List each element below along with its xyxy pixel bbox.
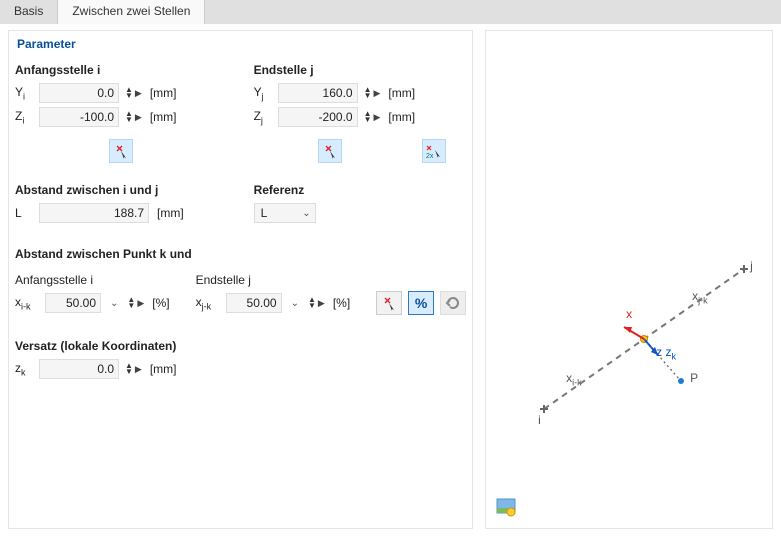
input-xik[interactable]: 50.00 (45, 293, 101, 313)
spinner-xjk[interactable]: ▲▼▶ (308, 297, 325, 309)
section-title: Parameter (15, 37, 466, 57)
diagram-label-j: j (750, 259, 753, 273)
pick-two-points-button[interactable]: 2x (422, 139, 446, 163)
pick-point-i-button[interactable] (109, 139, 133, 163)
tab-between-two-positions[interactable]: Zwischen zwei Stellen (58, 0, 205, 24)
subheading-end-j: Endstelle j (196, 267, 351, 293)
spinner-zj[interactable]: ▲▼▶ (364, 111, 381, 123)
svg-text:2x: 2x (426, 153, 434, 159)
tab-basis[interactable]: Basis (0, 0, 58, 24)
select-reference-value: L (261, 206, 268, 220)
input-zj[interactable]: -200.0 (278, 107, 358, 127)
percent-toggle-button[interactable]: % (408, 291, 434, 315)
preview-panel: i j x xj-k xi-k z zk P (485, 30, 773, 529)
heading-start-i: Anfangsstelle i (15, 57, 228, 83)
heading-offset: Versatz (lokale Koordinaten) (15, 333, 466, 359)
diagram-label-xik: xi-k (566, 371, 582, 387)
unit-zk: [mm] (150, 362, 177, 376)
diagram-label-xjk: xj-k (692, 289, 708, 305)
unit-xik: [%] (152, 296, 169, 310)
input-yj[interactable]: 160.0 (278, 83, 358, 103)
label-L: L (15, 206, 33, 220)
heading-distance-ij: Abstand zwischen i und j (15, 177, 228, 203)
unit-L: [mm] (157, 206, 184, 220)
select-reference[interactable]: L ⌄ (254, 203, 316, 223)
input-xjk[interactable]: 50.00 (226, 293, 282, 313)
input-zi[interactable]: -100.0 (39, 107, 119, 127)
label-yj: Yj (254, 85, 272, 101)
label-xjk: xj-k (196, 295, 220, 311)
diagram-label-i: i (538, 413, 541, 427)
label-yi: Yi (15, 85, 33, 101)
input-zk[interactable]: 0.0 (39, 359, 119, 379)
output-L: 188.7 (39, 203, 149, 223)
unit-zj: [mm] (388, 110, 415, 124)
subheading-start-i: Anfangsstelle i (15, 267, 170, 293)
spinner-yj[interactable]: ▲▼▶ (364, 87, 381, 99)
preview-settings-icon[interactable] (496, 498, 516, 518)
spinner-xik[interactable]: ▲▼▶ (127, 297, 144, 309)
diagram-label-P: P (690, 371, 698, 385)
pick-point-j-button[interactable] (318, 139, 342, 163)
heading-reference: Referenz (254, 177, 467, 203)
label-zj: Zj (254, 109, 272, 125)
unit-yj: [mm] (388, 86, 415, 100)
label-zi: Zi (15, 109, 33, 125)
undo-button[interactable] (440, 291, 466, 315)
heading-end-j: Endstelle j (254, 57, 467, 83)
unit-yi: [mm] (150, 86, 177, 100)
unit-zi: [mm] (150, 110, 177, 124)
pick-distance-button[interactable] (376, 291, 402, 315)
chevron-down-icon: ⌄ (302, 208, 310, 219)
diagram: i j x xj-k xi-k z zk P (506, 241, 762, 431)
spinner-zi[interactable]: ▲▼▶ (125, 111, 142, 123)
dropdown-xik-icon[interactable]: ⌄ (107, 298, 121, 309)
label-zk: zk (15, 361, 33, 377)
diagram-label-x: x (626, 307, 632, 321)
input-yi[interactable]: 0.0 (39, 83, 119, 103)
dropdown-xjk-icon[interactable]: ⌄ (288, 298, 302, 309)
heading-distance-k: Abstand zwischen Punkt k und (15, 241, 466, 267)
percent-icon: % (415, 295, 427, 311)
diagram-label-zzk: z zk (656, 345, 676, 361)
label-xik: xi-k (15, 295, 39, 311)
spinner-yi[interactable]: ▲▼▶ (125, 87, 142, 99)
tab-bar: Basis Zwischen zwei Stellen (0, 0, 781, 24)
unit-xjk: [%] (333, 296, 350, 310)
parameter-panel: Parameter Anfangsstelle i Yi 0.0 ▲▼▶ [mm… (8, 30, 473, 529)
spinner-zk[interactable]: ▲▼▶ (125, 363, 142, 375)
